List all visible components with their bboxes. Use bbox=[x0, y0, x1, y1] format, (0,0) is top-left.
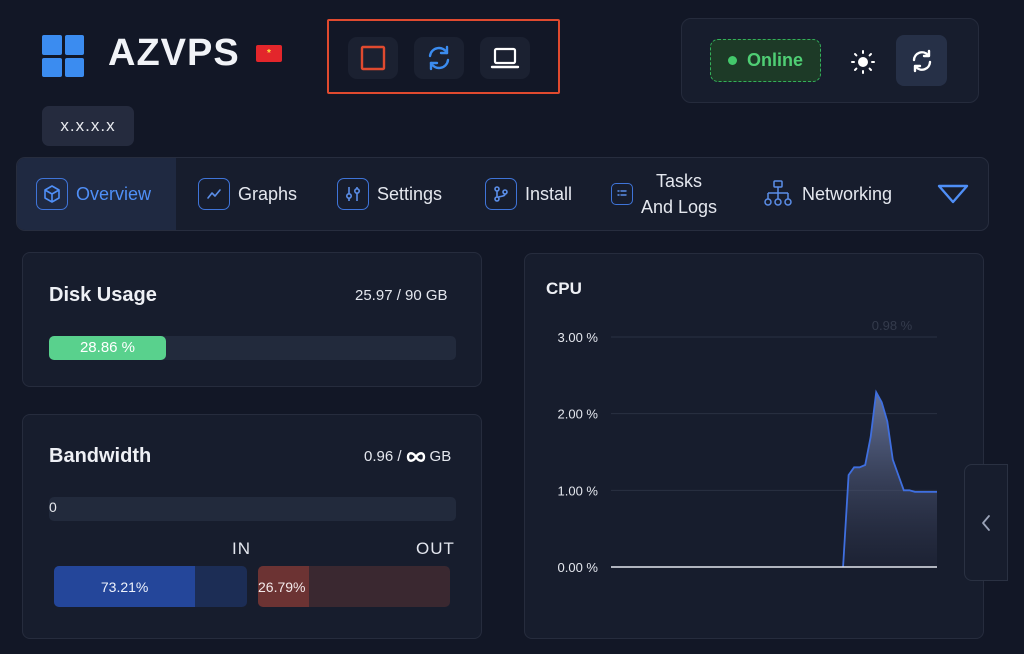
status-label: Online bbox=[746, 50, 803, 70]
outbound-fill: 26.79% bbox=[258, 566, 310, 607]
cpu-y-tick-label: 3.00 % bbox=[558, 330, 599, 345]
restart-button[interactable] bbox=[414, 37, 464, 79]
theme-toggle-button[interactable] bbox=[845, 44, 881, 80]
cpu-peak-annotation: 0.98 % bbox=[872, 318, 913, 333]
app-title: AZVPS bbox=[108, 32, 240, 74]
bandwidth-track bbox=[49, 497, 456, 521]
inbound-bar: 73.21% bbox=[54, 566, 247, 607]
console-button[interactable] bbox=[480, 37, 530, 79]
disk-usage-stat: 25.97 / 90 GB bbox=[355, 287, 448, 304]
tab-label: Install bbox=[525, 183, 573, 204]
tab-overview[interactable]: Overview bbox=[36, 158, 151, 230]
cpu-y-tick-label: 0.00 % bbox=[558, 560, 599, 575]
tab-label: Graphs bbox=[238, 183, 298, 204]
restart-icon bbox=[428, 45, 450, 71]
online-dot-icon bbox=[727, 56, 737, 65]
inbound-fill: 73.21% bbox=[54, 566, 196, 607]
refresh-icon bbox=[912, 49, 931, 72]
cpu-chart: 3.00 % 2.00 % 1.00 % 0.00 % 0.98 % bbox=[558, 318, 937, 575]
stop-button[interactable] bbox=[348, 37, 398, 79]
status-badge: Online bbox=[710, 39, 821, 82]
tab-install[interactable]: Install bbox=[485, 158, 572, 230]
chevron-left-icon bbox=[982, 514, 990, 531]
disk-usage-card bbox=[22, 252, 482, 387]
tab-networking[interactable]: Networking bbox=[762, 158, 892, 230]
chevron-down-icon bbox=[937, 184, 969, 204]
bandwidth-title: Bandwidth bbox=[49, 445, 152, 467]
sun-icon bbox=[851, 50, 875, 74]
disk-usage-title: Disk Usage bbox=[49, 284, 157, 306]
sliders-icon bbox=[337, 178, 369, 210]
task-list-icon bbox=[611, 183, 633, 205]
more-tabs-button[interactable] bbox=[934, 180, 972, 208]
refresh-button[interactable] bbox=[896, 35, 947, 86]
cpu-y-tick-label: 1.00 % bbox=[558, 483, 599, 498]
ip-address-badge[interactable]: x.x.x.x bbox=[42, 106, 134, 146]
network-icon bbox=[762, 178, 794, 210]
bandwidth-bar-value: 0 bbox=[49, 499, 57, 515]
disk-usage-progress: 28.86 % bbox=[49, 336, 166, 360]
tab-settings[interactable]: Settings bbox=[337, 158, 442, 230]
flag-icon: * bbox=[256, 45, 282, 62]
tab-label: Overview bbox=[76, 183, 152, 204]
cpu-y-tick-label: 2.00 % bbox=[558, 407, 599, 422]
outbound-bar: 26.79% bbox=[258, 566, 450, 607]
tab-label: Settings bbox=[377, 183, 443, 204]
infinity-icon bbox=[406, 451, 425, 462]
bandwidth-stat: 0.96 / GB bbox=[364, 448, 452, 465]
laptop-icon bbox=[490, 47, 520, 69]
cube-icon bbox=[36, 178, 68, 210]
cpu-area-fill bbox=[843, 392, 937, 567]
tab-label: Tasks And Logs bbox=[641, 171, 718, 217]
tab-label: Networking bbox=[802, 183, 893, 204]
git-branch-icon bbox=[485, 178, 517, 210]
app-logo bbox=[42, 35, 84, 77]
tab-graphs[interactable]: Graphs bbox=[198, 158, 297, 230]
side-panel-toggle[interactable] bbox=[964, 464, 1008, 581]
tab-tasks-and-logs[interactable]: Tasks And Logs bbox=[611, 158, 717, 230]
trend-line-icon bbox=[198, 178, 230, 210]
stop-square-icon bbox=[360, 45, 386, 71]
in-label: IN bbox=[232, 539, 251, 558]
out-label: OUT bbox=[416, 539, 455, 558]
